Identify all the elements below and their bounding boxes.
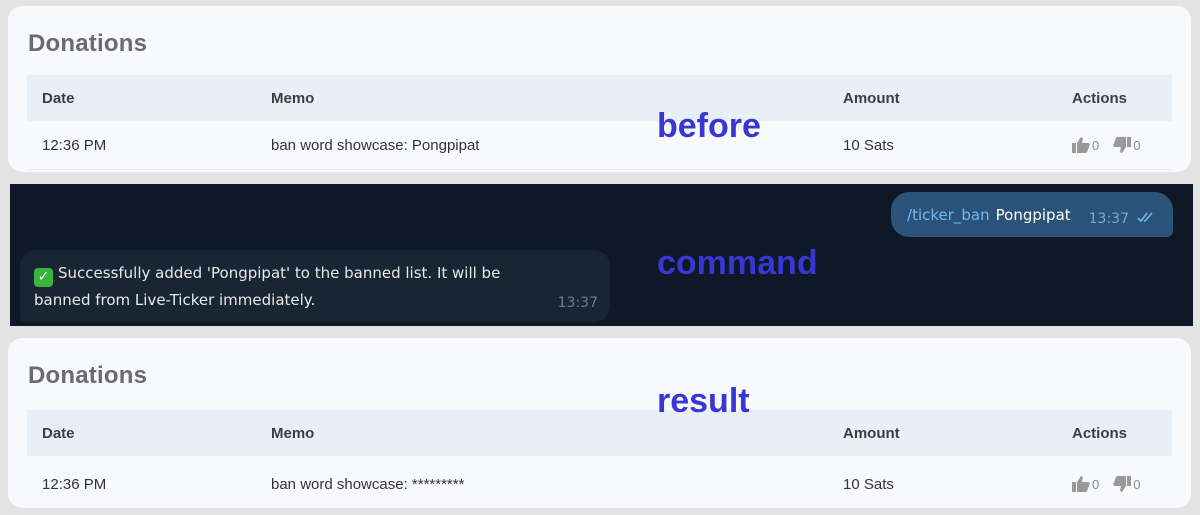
message-time: 13:37: [1088, 210, 1129, 227]
row-amount: 10 Sats: [843, 475, 894, 493]
panel-title: Donations: [28, 30, 148, 57]
upvote-count: 0: [1092, 137, 1100, 153]
command-argument: Pongpipat: [995, 205, 1071, 224]
row-memo: ban word showcase: Pongpipat: [271, 136, 480, 154]
column-header-actions: Actions: [1072, 89, 1128, 107]
downvote-button[interactable]: 0: [1113, 476, 1140, 492]
command-link[interactable]: /ticker_ban: [907, 206, 990, 224]
column-header-memo: Memo: [271, 89, 315, 107]
label-before: before: [657, 107, 761, 145]
column-header-actions: Actions: [1072, 424, 1128, 442]
row-actions: 0 0: [1072, 460, 1154, 508]
table-row: 12:36 PM ban word showcase: Pongpipat 10…: [27, 121, 1172, 170]
column-header-date: Date: [42, 89, 75, 107]
table-header: Date Memo Amount Actions: [27, 410, 1172, 456]
incoming-message[interactable]: ✓ Successfully added 'Pongpipat' to the b…: [20, 250, 610, 322]
row-date: 12:36 PM: [42, 136, 107, 154]
label-command: command: [657, 244, 818, 282]
column-header-amount: Amount: [843, 424, 900, 442]
table-header: Date Memo Amount Actions: [27, 75, 1172, 121]
double-check-icon: [1137, 211, 1155, 227]
row-amount: 10 Sats: [843, 136, 894, 154]
check-mark-icon: ✓: [34, 267, 53, 287]
column-header-amount: Amount: [843, 89, 900, 107]
outgoing-message[interactable]: /ticker_ban Pongpipat 13:37: [891, 192, 1173, 237]
thumbs-up-icon: [1072, 476, 1090, 492]
panel-title: Donations: [28, 362, 148, 389]
donations-panel-after: Donations Date Memo Amount Actions 12:36…: [8, 338, 1191, 508]
thumbs-down-icon: [1113, 137, 1132, 153]
column-header-memo: Memo: [271, 424, 315, 442]
thumbs-down-icon: [1113, 476, 1132, 492]
downvote-count: 0: [1133, 476, 1141, 492]
upvote-button[interactable]: 0: [1072, 137, 1099, 153]
downvote-count: 0: [1133, 137, 1141, 153]
upvote-count: 0: [1092, 476, 1100, 492]
donations-panel-before: Donations Date Memo Amount Actions 12:36…: [8, 6, 1191, 172]
table-row: 12:36 PM ban word showcase: ********* 10…: [27, 460, 1172, 508]
label-result: result: [657, 382, 750, 420]
downvote-button[interactable]: 0: [1113, 137, 1140, 153]
row-date: 12:36 PM: [42, 475, 107, 493]
upvote-button[interactable]: 0: [1072, 476, 1099, 492]
column-header-date: Date: [42, 424, 75, 442]
message-time: 13:37: [557, 295, 598, 311]
row-actions: 0 0: [1072, 121, 1154, 169]
thumbs-up-icon: [1072, 137, 1090, 153]
chat-area: /ticker_ban Pongpipat 13:37 ✓ Successfull…: [10, 184, 1193, 326]
message-text: Successfully added 'Pongpipat' to the ba…: [34, 264, 501, 309]
row-memo: ban word showcase: *********: [271, 475, 465, 493]
